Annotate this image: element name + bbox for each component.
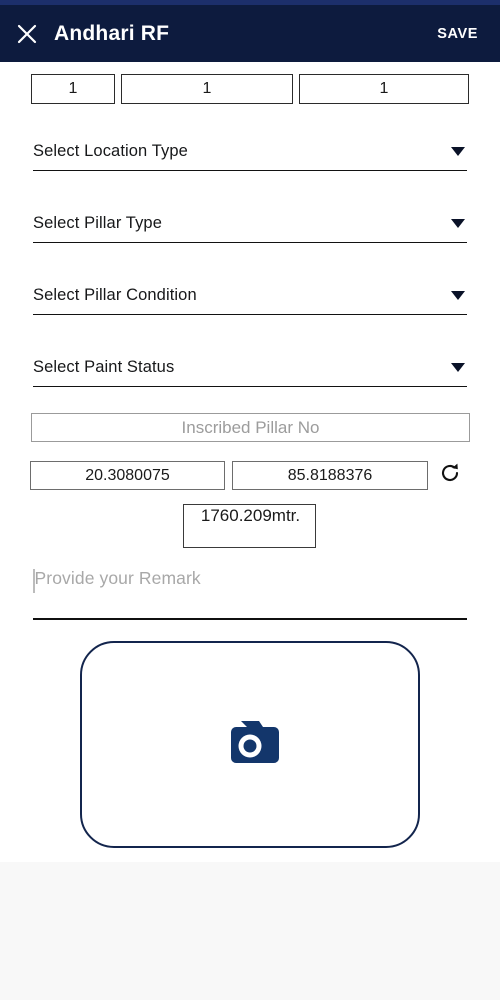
count-row: 1 1 1 (0, 74, 500, 104)
app-header: Andhari RF SAVE (0, 5, 500, 62)
count-field-1[interactable]: 1 (31, 74, 115, 104)
remark-placeholder: Provide your Remark (34, 568, 201, 588)
pillar-survey-form: Andhari RF SAVE 1 1 1 Select Location Ty… (0, 0, 500, 1000)
altitude-field[interactable]: 1760.209mtr. (183, 504, 316, 548)
page-title: Andhari RF (54, 21, 170, 45)
select-pillar-type[interactable]: Select Pillar Type (33, 205, 467, 243)
select-paint-status[interactable]: Select Paint Status (33, 349, 467, 387)
latitude-field[interactable]: 20.3080075 (30, 461, 225, 490)
chevron-down-icon (451, 363, 465, 372)
chevron-down-icon (451, 291, 465, 300)
select-paint-status-label: Select Paint Status (33, 358, 175, 376)
close-button[interactable] (0, 5, 54, 62)
chevron-down-icon (451, 219, 465, 228)
select-pillar-type-label: Select Pillar Type (33, 214, 162, 232)
select-pillar-condition-label: Select Pillar Condition (33, 286, 197, 304)
longitude-field[interactable]: 85.8188376 (232, 461, 428, 490)
refresh-icon (438, 461, 462, 490)
inscribed-pillar-no-input[interactable]: Inscribed Pillar No (31, 413, 470, 442)
refresh-location-button[interactable] (436, 461, 464, 490)
save-button[interactable]: SAVE (437, 26, 500, 42)
select-location-type-label: Select Location Type (33, 142, 188, 160)
camera-icon (219, 714, 281, 775)
camera-capture-button[interactable] (80, 641, 420, 848)
remark-input[interactable]: Provide your Remark (33, 566, 467, 620)
bottom-panel (0, 862, 500, 1000)
chevron-down-icon (451, 147, 465, 156)
count-field-2[interactable]: 1 (121, 74, 293, 104)
select-pillar-condition[interactable]: Select Pillar Condition (33, 277, 467, 315)
close-icon (16, 23, 38, 45)
select-location-type[interactable]: Select Location Type (33, 133, 467, 171)
count-field-3[interactable]: 1 (299, 74, 469, 104)
